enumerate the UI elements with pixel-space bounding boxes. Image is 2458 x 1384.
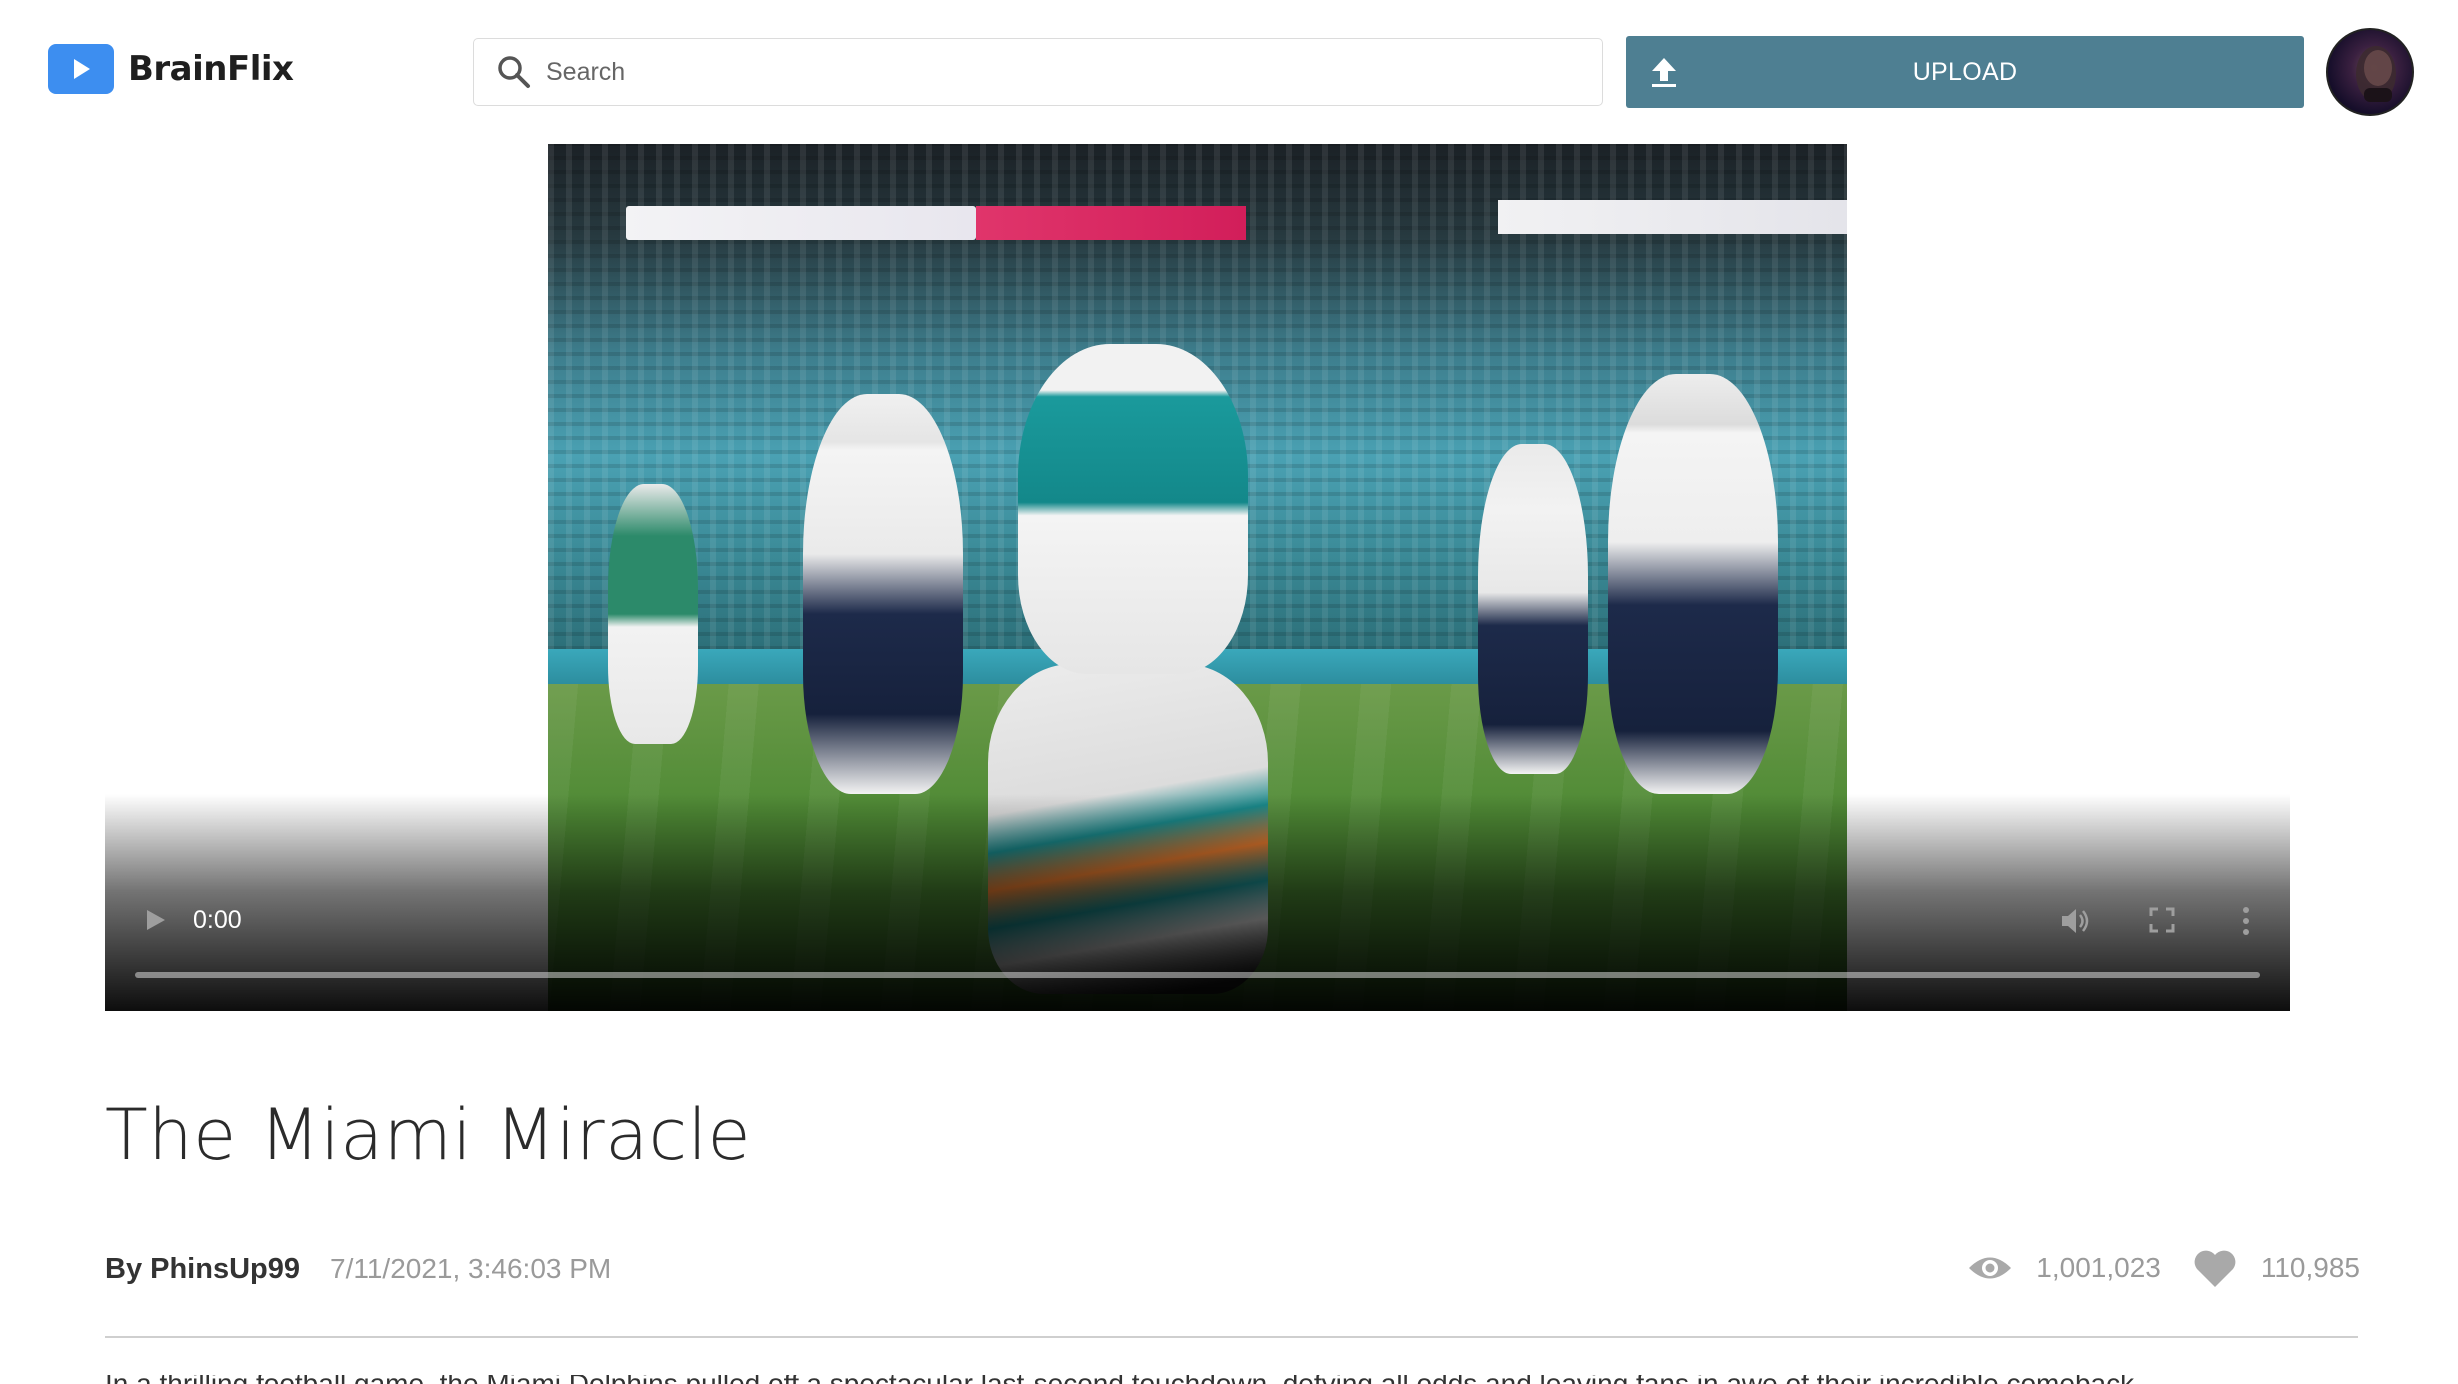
video-player[interactable]: 0:00: [105, 144, 2290, 1011]
upload-icon: [1646, 54, 1682, 90]
controls-overlay: [105, 794, 2290, 1011]
play-icon[interactable]: [141, 906, 169, 934]
upload-label: UPLOAD: [1912, 57, 2018, 86]
more-vertical-icon[interactable]: [2238, 904, 2254, 938]
like-count: 110,985: [2260, 1252, 2360, 1283]
search-icon: [496, 52, 536, 92]
header: BrainFlix UPLOAD: [0, 0, 2458, 140]
video-description: In a thrilling football game, the Miami …: [105, 1375, 2358, 1384]
player-figure: [1608, 374, 1778, 794]
video-title: The Miami Miracle: [105, 1094, 752, 1176]
view-count: 1,001,023: [2036, 1252, 2161, 1283]
ribbon-board: [976, 206, 1246, 240]
brand-name: BrainFlix: [128, 49, 294, 89]
ribbon-board: [626, 206, 976, 240]
upload-button[interactable]: UPLOAD: [1626, 36, 2304, 108]
player-figure: [608, 484, 698, 744]
divider: [105, 1336, 2358, 1338]
brand[interactable]: BrainFlix: [48, 44, 294, 94]
play-logo-icon: [48, 44, 114, 94]
upload-date: 7/11/2021, 3:46:03 PM: [330, 1253, 612, 1284]
heart-icon[interactable]: [2191, 1244, 2239, 1292]
progress-bar[interactable]: [135, 972, 2260, 978]
author-name: By PhinsUp99: [105, 1253, 300, 1285]
player-figure: [803, 394, 963, 794]
ball-carrier-figure: [1018, 344, 1248, 674]
avatar[interactable]: [2326, 28, 2414, 116]
ribbon-board: [1498, 200, 1847, 234]
search-bar[interactable]: [473, 38, 1603, 106]
search-input[interactable]: [546, 42, 1586, 102]
video-stats: 1,001,023 110,985: [1966, 1244, 2360, 1292]
fullscreen-icon[interactable]: [2148, 906, 2176, 934]
time-display: 0:00: [193, 906, 242, 934]
volume-icon[interactable]: [2058, 904, 2092, 938]
byline: By PhinsUp99 7/11/2021, 3:46:03 PM: [105, 1253, 611, 1286]
player-figure: [1478, 444, 1588, 774]
eye-icon: [1966, 1244, 2014, 1292]
description-text: In a thrilling football game, the Miami …: [105, 1375, 2358, 1384]
